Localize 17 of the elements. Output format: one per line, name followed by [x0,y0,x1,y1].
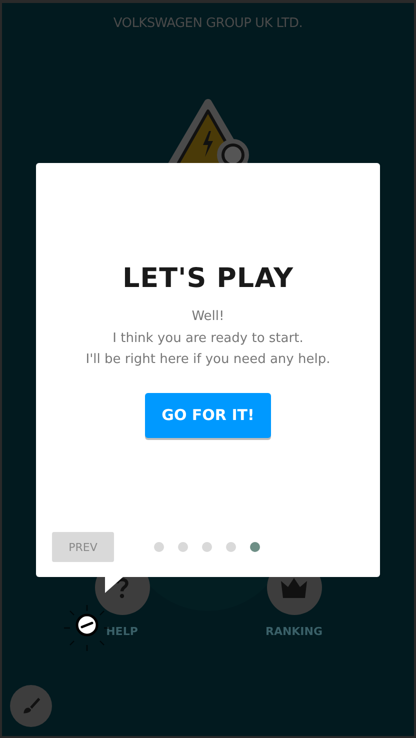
message-text: Well! [192,308,224,326]
menu-label: HELP [106,625,138,638]
step-dot[interactable] [154,542,164,552]
step-dot[interactable] [226,542,236,552]
company-name: VOLKSWAGEN GROUP UK LTD. [113,16,303,31]
question-mark-icon [114,576,130,600]
step-dot[interactable] [202,542,212,552]
dialog-title: LET'S PLAY [122,263,294,294]
menu-label: RANKING [265,625,323,638]
prev-button[interactable]: PREV [52,532,114,562]
step-dot[interactable] [178,542,188,552]
message-text: I think you are ready to start. [112,330,304,348]
go-button[interactable]: GO FOR IT! [145,392,271,438]
message-text: I'll be right here if you need any help. [86,351,330,369]
crown-icon [280,576,308,598]
step-dot[interactable] [250,542,260,552]
brush-button[interactable] [10,685,52,727]
